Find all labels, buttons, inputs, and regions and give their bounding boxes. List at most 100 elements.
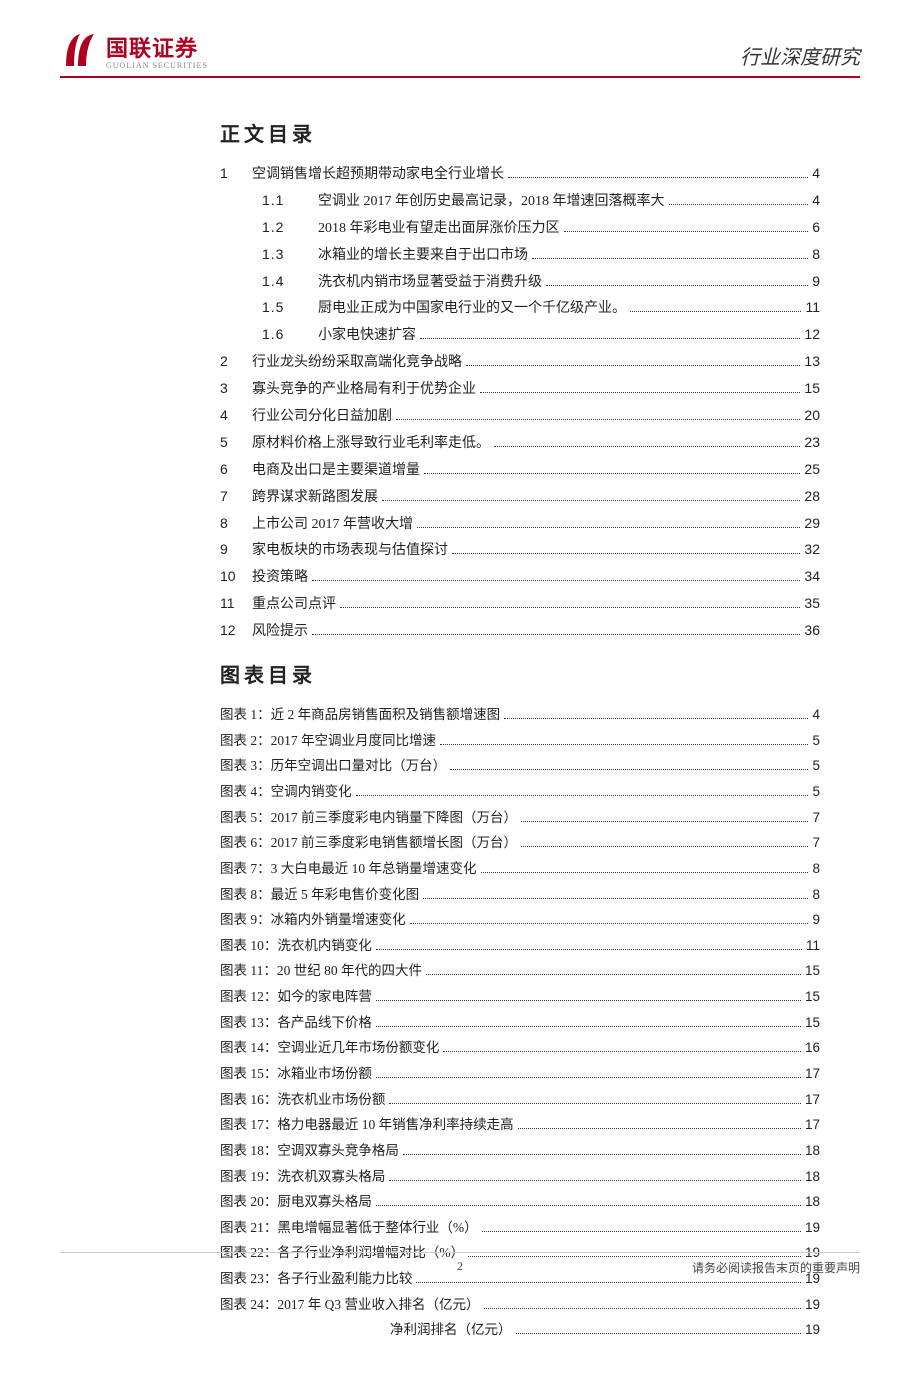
toc-item-number: 11 <box>220 591 252 617</box>
toc-item-number: 1 <box>220 161 252 187</box>
figure-item[interactable]: 图表 2：2017 年空调业月度同比增速5 <box>220 728 820 754</box>
figure-leader-dots <box>376 1065 801 1079</box>
toc-heading: 正文目录 <box>220 118 820 147</box>
figure-item[interactable]: 图表 8：最近 5 年彩电售价变化图8 <box>220 882 820 908</box>
figure-item-page: 5 <box>812 728 820 754</box>
toc-subitem[interactable]: 1.3冰箱业的增长主要来自于出口市场8 <box>220 242 820 269</box>
toc-subitem-title: 小家电快速扩容 <box>318 323 416 349</box>
figure-item-title: 图表 14：空调业近几年市场份额变化 <box>220 1035 439 1061</box>
figure-item-title: 图表 13：各产品线下价格 <box>220 1010 372 1036</box>
figure-leader-dots <box>518 1116 801 1130</box>
toc-item-page: 36 <box>804 618 820 644</box>
figure-item-title: 图表 9：冰箱内外销量增速变化 <box>220 907 406 933</box>
figure-item[interactable]: 图表 7：3 大白电最近 10 年总销量增速变化8 <box>220 856 820 882</box>
toc-subitem[interactable]: 1.1空调业 2017 年创历史最高记录，2018 年增速回落概率大4 <box>220 188 820 215</box>
toc-item[interactable]: 10投资策略34 <box>220 564 820 591</box>
toc-item-title: 家电板块的市场表现与估值探讨 <box>252 538 448 564</box>
figure-leader-dots <box>423 885 808 899</box>
figure-item[interactable]: 图表 15：冰箱业市场份额17 <box>220 1061 820 1087</box>
toc-item-title: 行业公司分化日益加剧 <box>252 404 392 430</box>
toc-item-page: 4 <box>812 161 820 187</box>
figure-item-page: 5 <box>812 779 820 805</box>
figure-item[interactable]: 图表 13：各产品线下价格15 <box>220 1010 820 1036</box>
figure-item[interactable]: 图表 16：洗衣机业市场份额17 <box>220 1087 820 1113</box>
figure-item[interactable]: 图表 21：黑电增幅显著低于整体行业（%）19 <box>220 1215 820 1241</box>
toc-item[interactable]: 9家电板块的市场表现与估值探讨 32 <box>220 537 820 564</box>
figure-item[interactable]: 图表 1：近 2 年商品房销售面积及销售额增速图4 <box>220 702 820 728</box>
toc-item[interactable]: 3寡头竞争的产业格局有利于优势企业15 <box>220 376 820 403</box>
toc-item[interactable]: 5原材料价格上涨导致行业毛利率走低。23 <box>220 430 820 457</box>
figure-item[interactable]: 图表 4：空调内销变化5 <box>220 779 820 805</box>
toc-leader-dots <box>420 325 800 339</box>
figure-list-heading: 图表目录 <box>220 659 820 688</box>
figure-item-page: 8 <box>812 882 820 908</box>
figure-item-title: 图表 11：20 世纪 80 年代的四大件 <box>220 958 422 984</box>
toc-item-page: 32 <box>804 537 820 563</box>
figure-item-page: 16 <box>805 1035 820 1061</box>
figure-item[interactable]: 图表 18：空调双寡头竞争格局18 <box>220 1138 820 1164</box>
figure-leader-dots <box>484 1295 801 1309</box>
toc-subitem-title: 洗衣机内销市场显著受益于消费升级 <box>318 270 542 296</box>
figure-item[interactable]: 图表 10：洗衣机内销变化11 <box>220 933 820 959</box>
figure-item-title: 图表 15：冰箱业市场份额 <box>220 1061 372 1087</box>
toc-item-page: 23 <box>804 430 820 456</box>
toc-subitem[interactable]: 1.22018 年彩电业有望走出面屏涨价压力区 6 <box>220 215 820 242</box>
toc-item-page: 15 <box>804 376 820 402</box>
toc-item[interactable]: 12风险提示36 <box>220 618 820 645</box>
toc-item-number: 9 <box>220 537 252 563</box>
figure-item[interactable]: 图表 5：2017 前三季度彩电内销量下降图（万台）7 <box>220 805 820 831</box>
toc-item[interactable]: 1空调销售增长超预期带动家电全行业增长 4 <box>220 161 820 188</box>
toc-item-title: 寡头竞争的产业格局有利于优势企业 <box>252 377 476 403</box>
figure-item[interactable]: 图表 24：2017 年 Q3 营业收入排名（亿元） 19 <box>220 1292 820 1318</box>
toc-leader-dots <box>630 298 801 312</box>
figure-item[interactable]: 净利润排名（亿元）19 <box>220 1317 820 1343</box>
figure-item-title: 图表 16：洗衣机业市场份额 <box>220 1087 385 1113</box>
figure-item-page: 18 <box>805 1164 820 1190</box>
figure-leader-dots <box>376 1193 801 1207</box>
toc-subitem[interactable]: 1.4洗衣机内销市场显著受益于消费升级9 <box>220 269 820 296</box>
figure-leader-dots <box>376 988 801 1002</box>
figure-item[interactable]: 图表 9：冰箱内外销量增速变化9 <box>220 907 820 933</box>
figure-item[interactable]: 图表 3：历年空调出口量对比（万台）5 <box>220 753 820 779</box>
brand-name-en: GUOLIAN SECURITIES <box>106 61 208 70</box>
figure-leader-dots <box>389 1090 801 1104</box>
toc-item[interactable]: 11重点公司点评35 <box>220 591 820 618</box>
toc-subitem[interactable]: 1.6小家电快速扩容12 <box>220 322 820 349</box>
toc-leader-dots <box>312 621 800 635</box>
figure-item[interactable]: 图表 19：洗衣机双寡头格局 18 <box>220 1164 820 1190</box>
figure-item-title: 图表 20：厨电双寡头格局 <box>220 1189 372 1215</box>
toc-subitem-title: 2018 年彩电业有望走出面屏涨价压力区 <box>318 216 560 242</box>
toc-leader-dots <box>546 272 808 286</box>
figure-leader-dots <box>521 834 808 848</box>
figure-item[interactable]: 图表 6：2017 前三季度彩电销售额增长图（万台）7 <box>220 830 820 856</box>
toc-subitem-number: 1.2 <box>262 215 318 241</box>
toc-item[interactable]: 2行业龙头纷纷采取高端化竞争战略13 <box>220 349 820 376</box>
toc-item-title: 空调销售增长超预期带动家电全行业增长 <box>252 162 504 188</box>
figure-item-page: 7 <box>812 805 820 831</box>
toc-subitem[interactable]: 1.5厨电业正成为中国家电行业的又一个千亿级产业。11 <box>220 295 820 322</box>
toc-subitem-page: 4 <box>812 188 820 214</box>
toc-item[interactable]: 4行业公司分化日益加剧20 <box>220 403 820 430</box>
figure-item[interactable]: 图表 17：格力电器最近 10 年销售净利率持续走高17 <box>220 1112 820 1138</box>
figure-item-title: 图表 10：洗衣机内销变化 <box>220 933 372 959</box>
figure-item[interactable]: 图表 11：20 世纪 80 年代的四大件15 <box>220 958 820 984</box>
figure-item[interactable]: 图表 20：厨电双寡头格局18 <box>220 1189 820 1215</box>
toc-subitem-page: 6 <box>812 215 820 241</box>
toc-subitem-title: 冰箱业的增长主要来自于出口市场 <box>318 243 528 269</box>
figure-leader-dots <box>403 1141 801 1155</box>
figure-item[interactable]: 图表 12：如今的家电阵营15 <box>220 984 820 1010</box>
toc-subitem-number: 1.5 <box>262 295 318 321</box>
figure-item-title: 图表 24：2017 年 Q3 营业收入排名（亿元） <box>220 1292 480 1318</box>
toc-item-page: 25 <box>804 457 820 483</box>
toc-leader-dots <box>452 540 800 554</box>
toc-item-title: 电商及出口是主要渠道增量 <box>252 458 420 484</box>
toc-item[interactable]: 7跨界谋求新路图发展28 <box>220 484 820 511</box>
figure-item[interactable]: 图表 14：空调业近几年市场份额变化 16 <box>220 1035 820 1061</box>
figure-list: 图表 1：近 2 年商品房销售面积及销售额增速图4图表 2：2017 年空调业月… <box>220 702 820 1343</box>
brand-logo: 国联证券 GUOLIAN SECURITIES <box>60 30 208 70</box>
toc-item[interactable]: 6电商及出口是主要渠道增量25 <box>220 457 820 484</box>
figure-item-title: 图表 19：洗衣机双寡头格局 <box>220 1164 385 1190</box>
toc-leader-dots <box>417 514 800 528</box>
toc-item[interactable]: 8上市公司 2017 年营收大增29 <box>220 511 820 538</box>
figure-item-page: 19 <box>805 1292 820 1318</box>
